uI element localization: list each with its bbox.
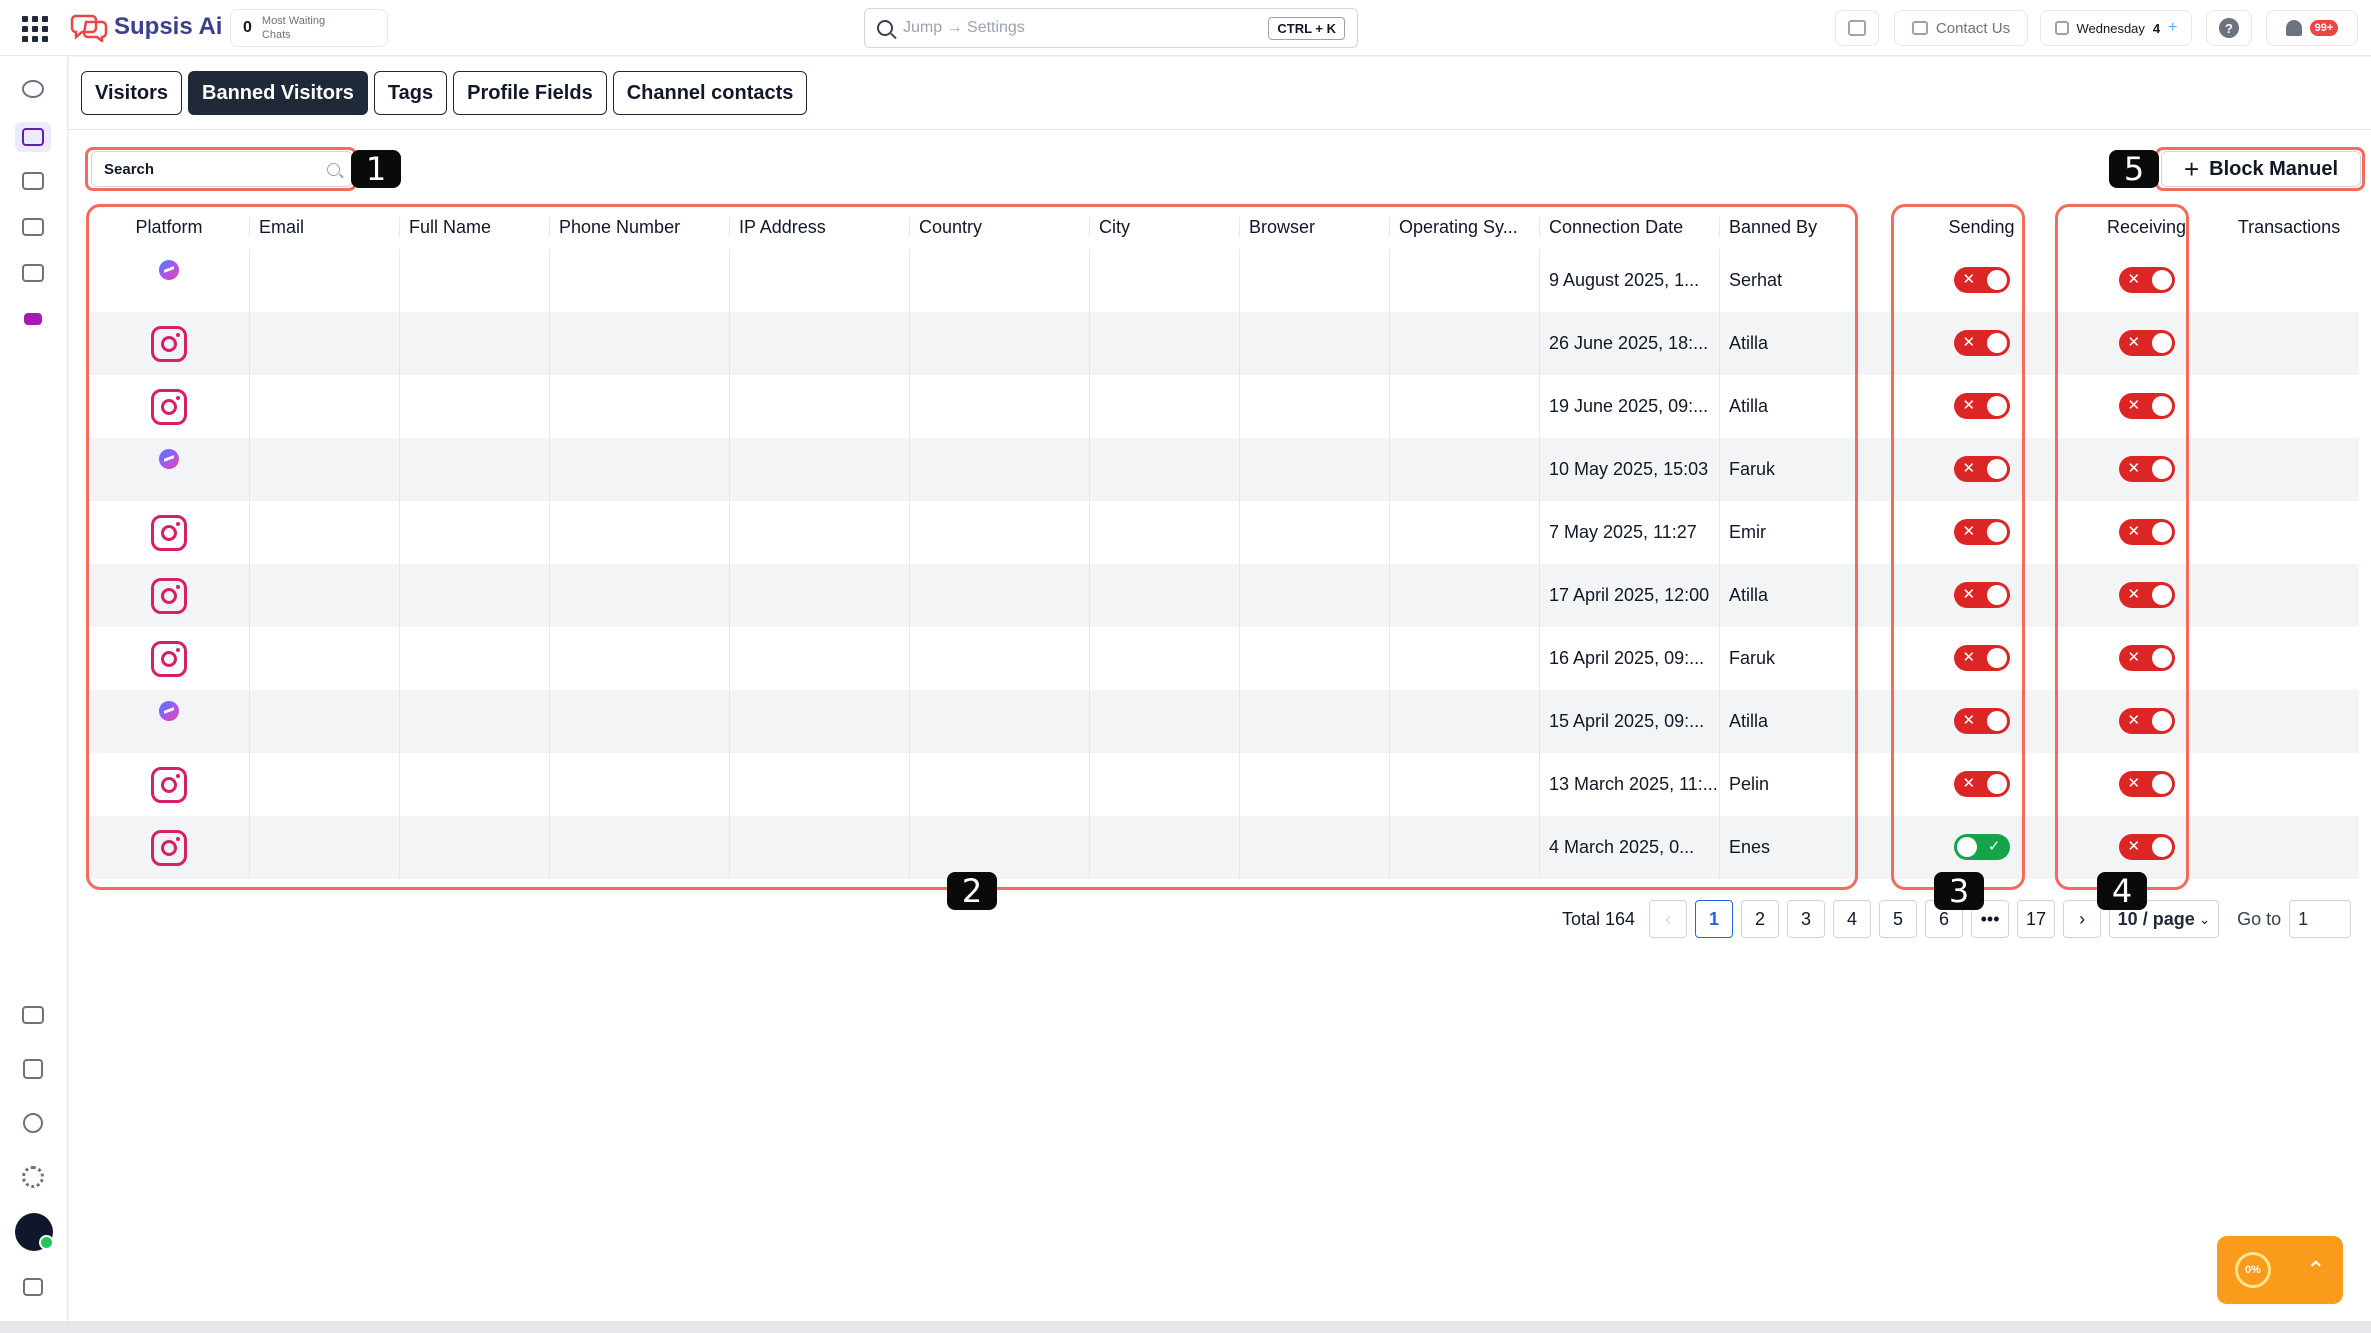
highlight-search: [85, 147, 357, 191]
annotation-label-3: 3: [1934, 872, 1984, 910]
search-icon: [877, 20, 893, 36]
annotation-label-2: 2: [947, 872, 997, 910]
contact-us-label: Contact Us: [1935, 19, 2011, 37]
contact-us-button[interactable]: Contact Us: [1894, 10, 2028, 46]
hierarchy-icon[interactable]: [20, 1056, 46, 1082]
brand[interactable]: Supsis Ai: [70, 12, 222, 42]
highlight-sending-column: [1891, 204, 2025, 890]
page-button-1[interactable]: 1: [1695, 900, 1734, 938]
page-button-5[interactable]: 5: [1879, 900, 1918, 938]
page-size-value: 10 / page: [2117, 908, 2195, 929]
waiting-count: 0: [243, 19, 252, 36]
total-count: Total 164: [1562, 908, 1636, 929]
media-settings-icon[interactable]: [20, 214, 46, 240]
top-bar: Supsis Ai 0 Most Waiting Chats Jump → Se…: [0, 0, 2371, 56]
goto-input[interactable]: 1: [2289, 900, 2352, 938]
notifications-button[interactable]: 99+: [2266, 10, 2358, 46]
prev-page-button[interactable]: ‹: [1649, 900, 1688, 938]
highlight-table-columns: [86, 204, 1858, 890]
tab-tags[interactable]: Tags: [373, 71, 448, 115]
supsis-logo-icon: [70, 14, 108, 42]
bell-icon: [2285, 20, 2302, 36]
page-button-4[interactable]: 4: [1833, 900, 1872, 938]
main-content: Visitors Banned Visitors Tags Profile Fi…: [69, 57, 2371, 1321]
annotation-label-4: 4: [2097, 872, 2147, 910]
calendar-button[interactable]: Wednesday 4 +: [2040, 10, 2192, 46]
history-icon[interactable]: [20, 1110, 46, 1136]
chat-icon: [1911, 21, 1928, 35]
next-page-button[interactable]: ›: [2063, 900, 2102, 938]
highlight-block-button: [2155, 147, 2365, 191]
tabs-divider: [69, 129, 2371, 130]
progress-widget[interactable]: 0% ⌃: [2217, 1236, 2343, 1304]
annotation-label-5: 5: [2109, 150, 2159, 188]
help-icon: ?: [2219, 18, 2239, 38]
chevron-down-icon: ⌄: [2198, 910, 2211, 927]
archive-icon[interactable]: [20, 168, 46, 194]
tab-banned-visitors[interactable]: Banned Visitors: [188, 71, 368, 115]
notification-badge: 99+: [2309, 20, 2339, 36]
chevron-up-icon: ⌃: [2306, 1257, 2326, 1282]
chats-icon[interactable]: [20, 76, 46, 102]
inbox-icon: [1848, 20, 1866, 36]
waiting-label: Most Waiting Chats: [261, 15, 326, 41]
tab-profile-fields[interactable]: Profile Fields: [453, 71, 607, 115]
inbox-button[interactable]: [1835, 10, 1879, 46]
page-button-2[interactable]: 2: [1741, 900, 1780, 938]
settings-gear-icon[interactable]: [20, 1164, 46, 1190]
day-number: 4: [2152, 20, 2161, 36]
most-waiting-chats[interactable]: 0 Most Waiting Chats: [230, 9, 388, 47]
highlight-receiving-column: [2055, 204, 2189, 890]
goto-label: Go to: [2237, 908, 2282, 929]
calendar-icon: [2054, 21, 2069, 35]
contacts-icon[interactable]: [15, 122, 51, 152]
tab-bar: Visitors Banned Visitors Tags Profile Fi…: [81, 71, 808, 115]
home-icon[interactable]: [20, 306, 46, 332]
progress-ring: 0%: [2234, 1252, 2271, 1288]
monitor-icon[interactable]: [20, 260, 46, 286]
page-button-17[interactable]: 17: [2017, 900, 2056, 938]
column-header[interactable]: Transactions: [2219, 205, 2359, 249]
page-button-3[interactable]: 3: [1787, 900, 1826, 938]
apps-grid-icon[interactable]: [22, 16, 48, 42]
tab-channel-contacts[interactable]: Channel contacts: [612, 71, 808, 115]
tab-visitors[interactable]: Visitors: [81, 71, 182, 115]
bottom-strip: [0, 1321, 2371, 1333]
left-sidebar: [0, 56, 68, 1321]
shortcut-hint: CTRL + K: [1268, 16, 1345, 40]
user-avatar[interactable]: [15, 1213, 54, 1251]
jump-placeholder: Jump → Settings: [903, 19, 1025, 36]
day-label: Wednesday: [2076, 20, 2145, 36]
help-button[interactable]: ?: [2206, 10, 2252, 46]
jump-search[interactable]: Jump → Settings CTRL + K: [864, 8, 1358, 48]
annotation-label-1: 1: [351, 150, 401, 188]
layout-icon[interactable]: [20, 1002, 46, 1028]
plus-icon: +: [2168, 19, 2178, 36]
brand-name: Supsis Ai: [114, 13, 223, 40]
logout-icon[interactable]: [20, 1274, 46, 1300]
